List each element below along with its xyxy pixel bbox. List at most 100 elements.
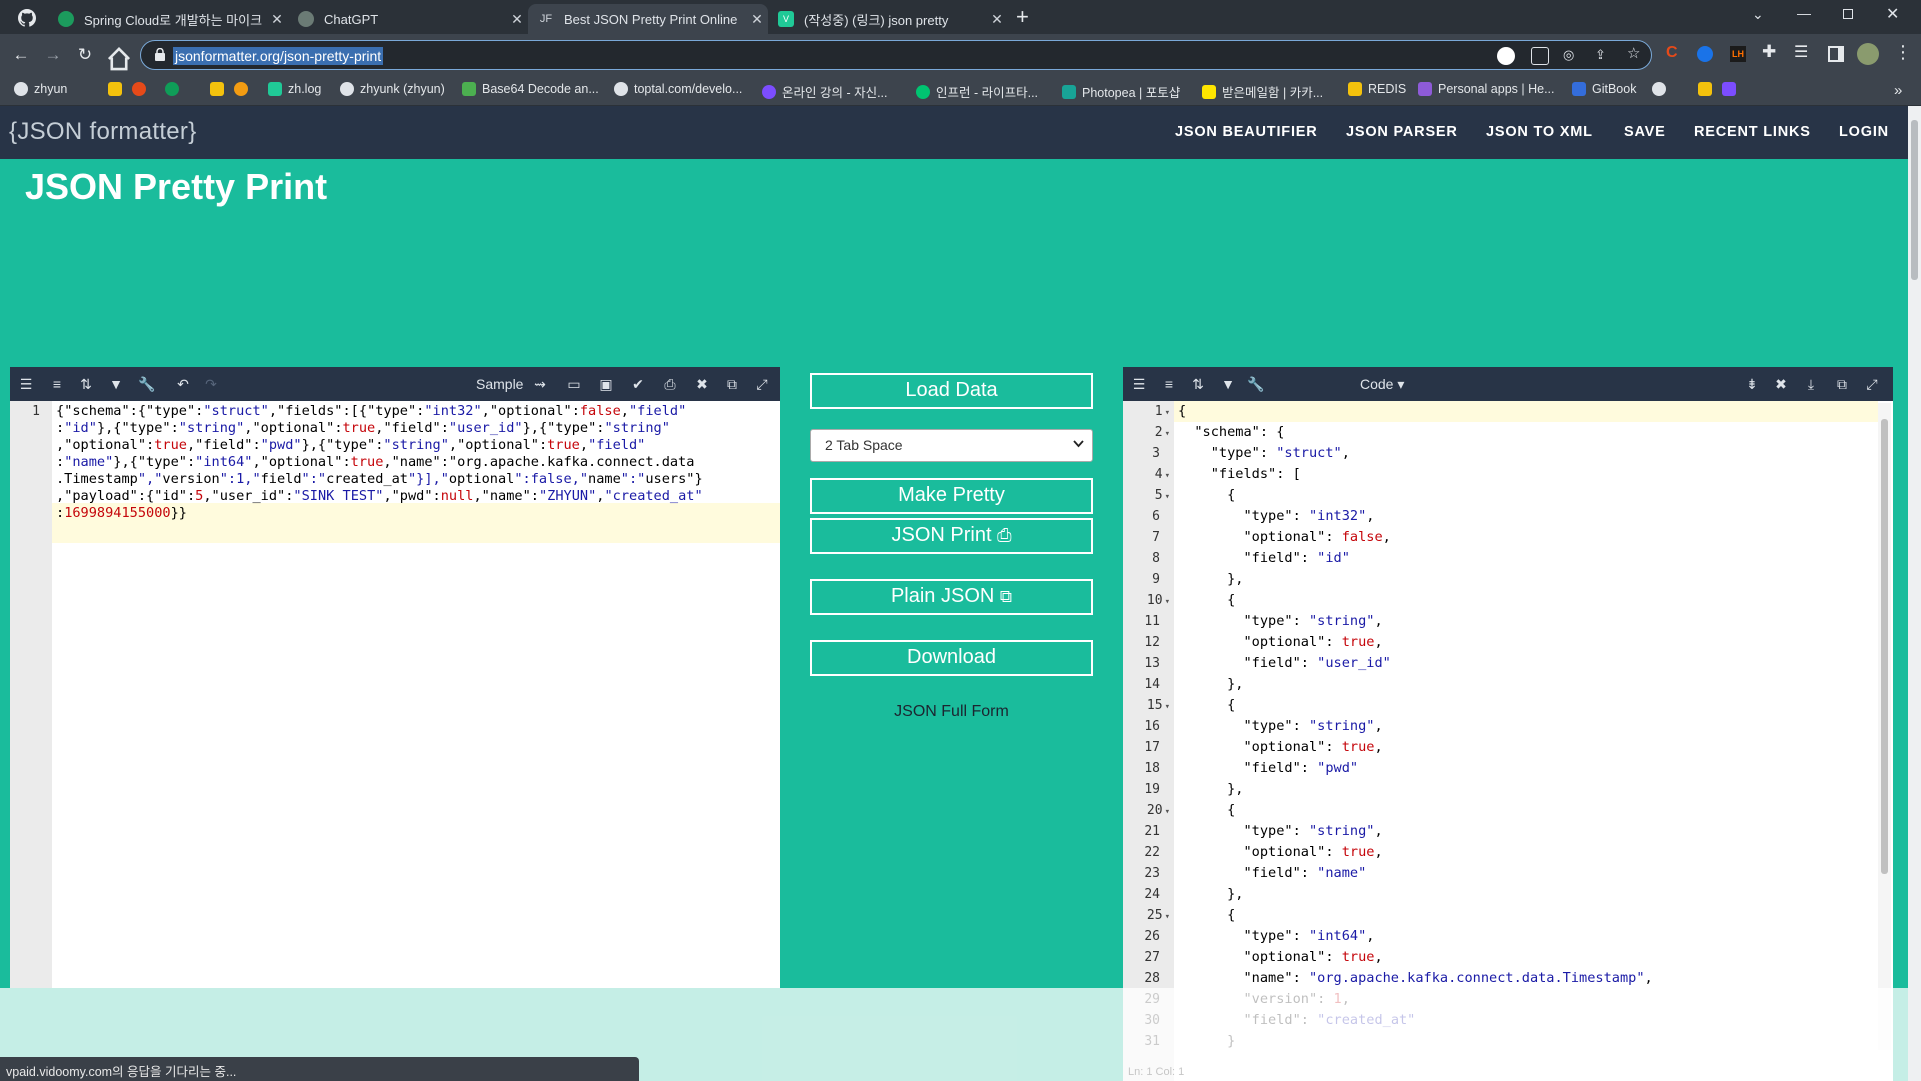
code-line[interactable]: "field": "name" xyxy=(1178,863,1653,884)
format-icon[interactable]: ☰ xyxy=(1131,376,1147,392)
tab-search-icon[interactable]: ⌄ xyxy=(1752,6,1764,23)
home-icon[interactable] xyxy=(106,46,132,72)
code-line[interactable]: ,"payload":{"id":5,"user_id":"SINK TEST"… xyxy=(56,488,703,505)
check-icon[interactable]: ✔ xyxy=(630,376,646,392)
reload-button[interactable]: ↻ xyxy=(72,42,98,68)
wrench-icon[interactable]: 🔧 xyxy=(1247,376,1263,392)
reading-list-icon[interactable]: ☰ xyxy=(1794,42,1808,62)
address-bar[interactable]: jsonformatter.org/json-pretty-print ◎ ⇪ … xyxy=(140,40,1652,70)
code-line[interactable]: { xyxy=(1178,401,1653,422)
page-scrollbar[interactable] xyxy=(1908,106,1921,1081)
sample-icon[interactable]: ⇝ xyxy=(532,376,548,392)
eye-off-icon[interactable]: ◎ xyxy=(1563,47,1581,65)
copy-icon[interactable]: ⧉ xyxy=(724,376,740,392)
maximize-button[interactable] xyxy=(1843,9,1853,19)
scrollbar-thumb[interactable] xyxy=(1881,419,1888,874)
code-line[interactable]: :"id"},{"type":"string","optional":true,… xyxy=(56,420,703,437)
nav-json-parser[interactable]: JSON PARSER xyxy=(1346,124,1458,140)
fold-arrow-icon[interactable]: ▾ xyxy=(1165,702,1170,712)
output-json-text[interactable]: { "schema": { "type": "struct", "fields"… xyxy=(1178,401,1653,1052)
bookmark-item[interactable] xyxy=(108,82,128,96)
redo-icon[interactable]: ↷ xyxy=(203,376,219,392)
code-line[interactable]: { xyxy=(1178,800,1653,821)
code-line[interactable]: { xyxy=(1178,905,1653,926)
bookmark-item[interactable] xyxy=(1698,82,1718,96)
star-icon[interactable]: ☆ xyxy=(1627,44,1645,62)
nav-recent-links[interactable]: RECENT LINKS xyxy=(1694,124,1811,140)
clear-icon[interactable]: ✖ xyxy=(1773,376,1789,392)
code-line[interactable]: }, xyxy=(1178,884,1653,905)
code-line[interactable]: }, xyxy=(1178,569,1653,590)
new-tab-button[interactable]: + xyxy=(1016,4,1029,30)
nav-json-beautifier[interactable]: JSON BEAUTIFIER xyxy=(1175,124,1318,140)
code-line[interactable]: {"schema":{"type":"struct","fields":[{"t… xyxy=(56,403,703,420)
browser-tab[interactable]: Spring Cloud로 개발하는 마이크 ✕ xyxy=(48,4,288,34)
bookmark-item[interactable] xyxy=(234,82,254,96)
code-line[interactable]: "optional": true, xyxy=(1178,842,1653,863)
code-line[interactable]: :"name"},{"type":"int64","optional":true… xyxy=(56,454,703,471)
filter-icon[interactable]: ▼ xyxy=(108,376,124,392)
google-icon[interactable] xyxy=(1497,47,1515,65)
code-line[interactable]: :1699894155000}} xyxy=(56,505,703,522)
browser-tab[interactable]: V (작성중) (링크) json pretty ✕ xyxy=(768,4,1008,34)
code-line[interactable]: "name": "org.apache.kafka.connect.data.T… xyxy=(1178,968,1653,989)
more-bookmarks[interactable]: » xyxy=(1894,82,1902,99)
json-full-form-link[interactable]: JSON Full Form xyxy=(810,703,1093,721)
code-line[interactable]: "optional": true, xyxy=(1178,632,1653,653)
code-line[interactable]: "optional": true, xyxy=(1178,737,1653,758)
browser-tab-active[interactable]: JF Best JSON Pretty Print Online ✕ xyxy=(528,4,768,34)
back-button[interactable]: ← xyxy=(8,42,34,68)
bookmark-item[interactable]: zh.log xyxy=(268,82,321,96)
avatar[interactable] xyxy=(1857,43,1879,65)
plain-json-button[interactable]: Plain JSON ⧉ xyxy=(810,579,1093,615)
lock-icon[interactable] xyxy=(155,48,165,61)
code-line[interactable]: { xyxy=(1178,695,1653,716)
bookmark-item[interactable]: REDIS xyxy=(1348,82,1406,96)
bookmark-item[interactable] xyxy=(1652,82,1672,96)
bookmark-item[interactable]: GitBook xyxy=(1572,82,1636,96)
open-folder-icon[interactable]: ▭ xyxy=(566,376,582,392)
code-line[interactable]: { xyxy=(1178,485,1653,506)
url-text[interactable]: jsonformatter.org/json-pretty-print xyxy=(173,47,383,65)
format-icon[interactable]: ☰ xyxy=(18,376,34,392)
code-line[interactable]: "type": "int32", xyxy=(1178,506,1653,527)
json-print-button[interactable]: JSON Print ⎙ xyxy=(810,518,1093,554)
forward-button[interactable]: → xyxy=(40,42,66,68)
sort-icon[interactable]: ⇅ xyxy=(1190,376,1206,392)
download-button[interactable]: Download xyxy=(810,640,1093,676)
github-icon[interactable] xyxy=(18,9,36,27)
puzzle-icon[interactable]: ✚ xyxy=(1762,42,1776,62)
mode-dropdown[interactable]: Code ▾ xyxy=(1360,376,1404,393)
bookmark-item[interactable]: Personal apps | He... xyxy=(1418,82,1555,96)
code-line[interactable]: }, xyxy=(1178,674,1653,695)
fold-arrow-icon[interactable]: ▾ xyxy=(1165,807,1170,817)
code-line[interactable]: "field": "id" xyxy=(1178,548,1653,569)
fold-arrow-icon[interactable]: ▾ xyxy=(1165,429,1170,439)
bookmark-item[interactable]: 온라인 강의 - 자신... xyxy=(762,82,888,101)
close-icon[interactable]: ✕ xyxy=(986,11,1008,28)
undo-icon[interactable]: ↶ xyxy=(175,376,191,392)
code-line[interactable]: "optional": false, xyxy=(1178,527,1653,548)
sort-icon[interactable]: ⇅ xyxy=(78,376,94,392)
code-line[interactable]: "optional": true, xyxy=(1178,947,1653,968)
input-json-text[interactable]: {"schema":{"type":"struct","fields":[{"t… xyxy=(56,401,703,522)
extension-icon[interactable] xyxy=(1697,46,1713,62)
code-line[interactable]: "fields": [ xyxy=(1178,464,1653,485)
make-pretty-button[interactable]: Make Pretty xyxy=(810,478,1093,514)
code-line[interactable]: "field": "user_id" xyxy=(1178,653,1653,674)
bookmark-item[interactable]: 인프런 - 라이프타... xyxy=(916,82,1038,101)
fold-arrow-icon[interactable]: ▾ xyxy=(1165,471,1170,481)
bookmark-item[interactable] xyxy=(210,82,230,96)
compact-icon[interactable]: ≡ xyxy=(1161,376,1177,392)
bookmark-item[interactable]: Photopea | 포토샵 xyxy=(1062,82,1180,101)
nav-login[interactable]: LOGIN xyxy=(1839,124,1889,140)
bookmark-item[interactable] xyxy=(165,82,185,96)
code-line[interactable]: "type": "string", xyxy=(1178,611,1653,632)
bookmark-item[interactable]: zhyun xyxy=(14,82,67,96)
minimize-button[interactable]: — xyxy=(1797,5,1811,21)
code-line[interactable]: .Timestamp","version":1,"field":"created… xyxy=(56,471,703,488)
code-line[interactable]: "schema": { xyxy=(1178,422,1653,443)
code-line[interactable]: "type": "struct", xyxy=(1178,443,1653,464)
scrollbar-thumb[interactable] xyxy=(1911,120,1918,280)
filter-icon[interactable]: ▼ xyxy=(1220,376,1236,392)
